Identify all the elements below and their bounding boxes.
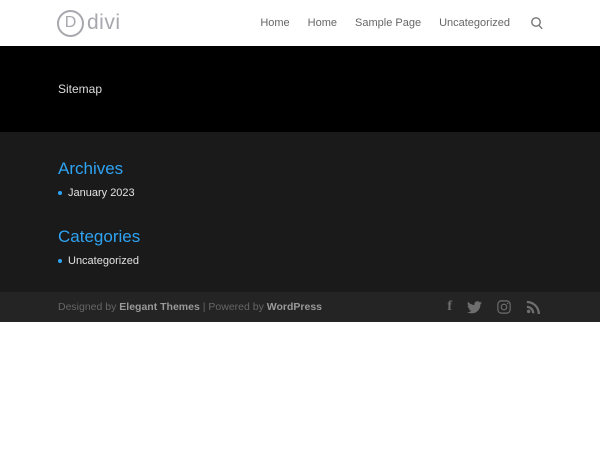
facebook-icon[interactable]: f [447,300,452,314]
social-links: f [447,300,540,314]
logo-text: divi [87,11,121,35]
list-item: Uncategorized [58,254,600,269]
categories-widget-title: Categories [58,227,600,247]
categories-list: Uncategorized [58,254,600,269]
nav-item-home-1[interactable]: Home [260,17,289,29]
credits-designed-by: Designed by [58,301,119,313]
logo-letter: D [65,14,77,32]
wordpress-link[interactable]: WordPress [267,301,322,313]
footer-widgets-section: Archives January 2023 Categories Uncateg… [0,132,600,292]
list-item: January 2023 [58,186,600,201]
divi-logo-icon: D [57,10,84,37]
nav-item-uncategorized[interactable]: Uncategorized [439,17,510,29]
footer-bottom-bar: Designed by Elegant Themes | Powered by … [0,292,600,322]
category-link-uncategorized[interactable]: Uncategorized [68,255,139,267]
site-header: D divi Home Home Sample Page Uncategoriz… [0,0,600,46]
nav-item-home-2[interactable]: Home [308,17,337,29]
footer-credits: Designed by Elegant Themes | Powered by … [58,301,322,313]
page-title: Sitemap [58,82,600,96]
divi-logo[interactable]: D divi [57,10,121,37]
archives-widget: Archives January 2023 [58,159,600,201]
rss-icon[interactable] [526,300,540,314]
page-body-empty [0,322,600,450]
archive-link-january-2023[interactable]: January 2023 [68,187,135,199]
instagram-icon[interactable] [497,300,511,314]
elegant-themes-link[interactable]: Elegant Themes [119,301,200,313]
categories-widget: Categories Uncategorized [58,227,600,269]
archives-list: January 2023 [58,186,600,201]
archives-widget-title: Archives [58,159,600,179]
search-icon[interactable] [530,16,544,30]
credits-powered-by: Powered by [208,301,266,313]
page-title-section: Sitemap [0,46,600,132]
nav-item-sample-page[interactable]: Sample Page [355,17,421,29]
primary-nav: Home Home Sample Page Uncategorized [260,16,544,30]
twitter-icon[interactable] [467,301,482,314]
